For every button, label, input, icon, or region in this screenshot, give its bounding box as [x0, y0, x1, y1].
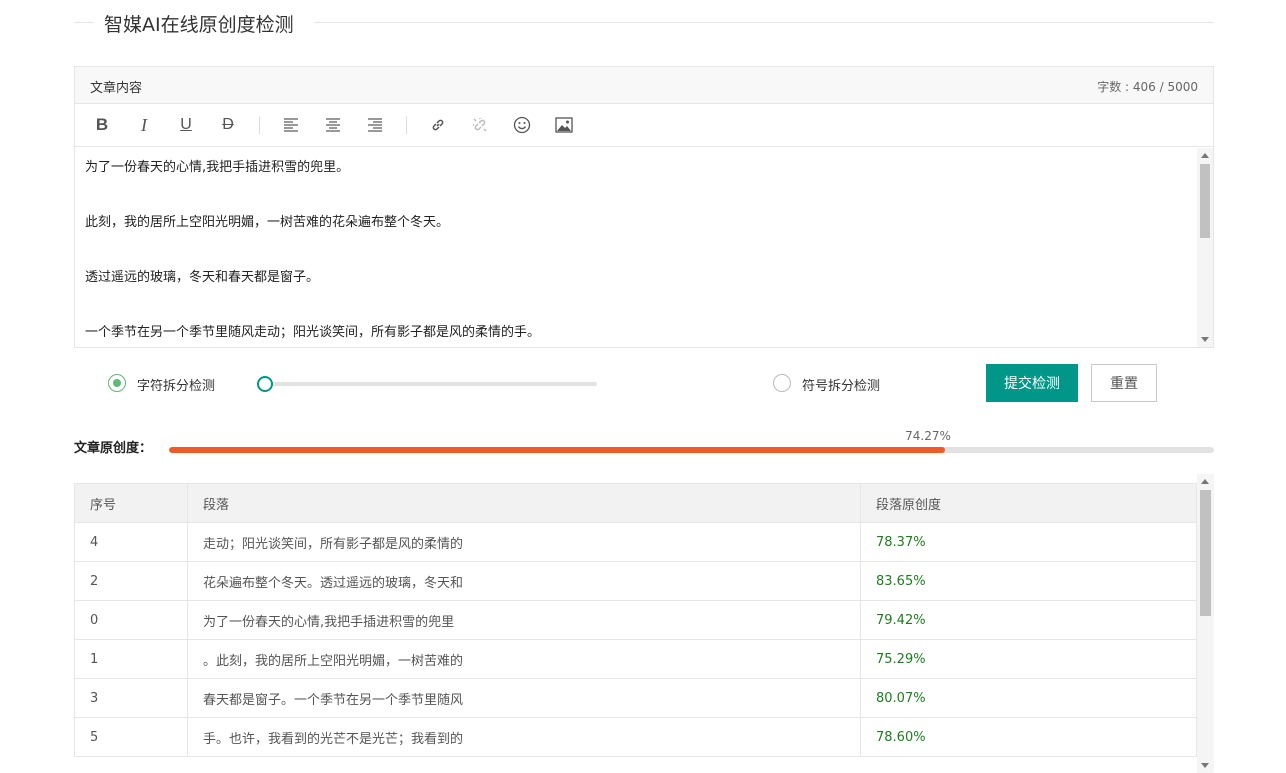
title-divider-left — [74, 22, 94, 23]
editor-paragraph: 透过遥远的玻璃，冬天和春天都是窗子。 — [85, 270, 320, 285]
toolbar-separator — [406, 116, 407, 134]
editor-toolbar: B I U D — [75, 104, 1213, 147]
column-header-index: 序号 — [74, 483, 188, 523]
cell-index: 0 — [74, 600, 188, 640]
unlink-icon[interactable] — [468, 114, 492, 136]
cell-originality: 78.37% — [860, 522, 1197, 562]
editor-content[interactable]: 为了一份春天的心情,我把手插进积雪的兜里。 此刻，我的居所上空阳光明媚，一树苦难… — [75, 148, 1197, 347]
table-row: 4 走动；阳光谈笑间，所有影子都是风的柔情的 78.37% — [74, 522, 1197, 562]
column-header-paragraph: 段落 — [187, 483, 861, 523]
table-row: 0 为了一份春天的心情,我把手插进积雪的兜里 79.42% — [74, 600, 1197, 640]
toolbar-separator — [259, 116, 260, 134]
image-icon[interactable] — [552, 114, 576, 136]
cell-paragraph: 为了一份春天的心情,我把手插进积雪的兜里 — [187, 600, 861, 640]
underline-button[interactable]: U — [174, 114, 198, 136]
bold-button[interactable]: B — [90, 114, 114, 136]
cell-paragraph: 春天都是窗子。一个季节在另一个季节里随风 — [187, 678, 861, 718]
paragraph-table-container: 序号 段落 段落原创度 4 走动；阳光谈笑间，所有影子都是风的柔情的 78.37… — [74, 474, 1214, 773]
cell-originality: 78.60% — [860, 717, 1197, 757]
title-divider-right — [314, 22, 1214, 23]
scroll-up-icon[interactable] — [1201, 479, 1209, 484]
table-row: 3 春天都是窗子。一个季节在另一个季节里随风 80.07% — [74, 678, 1197, 718]
split-slider-handle[interactable] — [257, 376, 273, 392]
cell-index: 4 — [74, 522, 188, 562]
scroll-down-icon[interactable] — [1201, 337, 1209, 342]
strikethrough-button[interactable]: D — [216, 114, 240, 136]
article-editor: 文章内容 字数 : 406 / 5000 B I U D 为了一份春天的心情,我… — [74, 66, 1214, 348]
cell-index: 3 — [74, 678, 188, 718]
editor-label: 文章内容 — [90, 81, 143, 96]
page-title: 智媒AI在线原创度检测 — [104, 14, 294, 36]
paragraph-table: 序号 段落 段落原创度 4 走动；阳光谈笑间，所有影子都是风的柔情的 78.37… — [74, 483, 1197, 757]
detection-options: 字符拆分检测 符号拆分检测 提交检测 重置 — [74, 360, 1214, 404]
symbol-split-label: 符号拆分检测 — [802, 379, 881, 394]
cell-index: 1 — [74, 639, 188, 679]
char-split-radio[interactable] — [108, 374, 126, 392]
table-header-row: 序号 段落 段落原创度 — [74, 483, 1197, 523]
align-right-icon[interactable] — [363, 114, 387, 136]
submit-button[interactable]: 提交检测 — [986, 364, 1078, 402]
editor-scrollbar[interactable] — [1197, 148, 1213, 347]
cell-originality: 83.65% — [860, 561, 1197, 601]
cell-originality: 79.42% — [860, 600, 1197, 640]
table-scrollbar[interactable] — [1197, 474, 1214, 773]
char-split-label: 字符拆分检测 — [137, 379, 216, 394]
align-left-icon[interactable] — [279, 114, 303, 136]
scrollbar-thumb[interactable] — [1200, 164, 1210, 238]
split-slider-track[interactable] — [264, 382, 597, 386]
align-center-icon[interactable] — [321, 114, 345, 136]
originality-label: 文章原创度： — [74, 441, 153, 456]
originality-progress-track — [169, 447, 1214, 453]
table-row: 1 。此刻，我的居所上空阳光明媚，一树苦难的 75.29% — [74, 639, 1197, 679]
editor-paragraph: 一个季节在另一个季节里随风走动；阳光谈笑间，所有影子都是风的柔情的手。 — [85, 325, 541, 340]
cell-index: 2 — [74, 561, 188, 601]
cell-originality: 75.29% — [860, 639, 1197, 679]
italic-button[interactable]: I — [132, 114, 156, 136]
emoji-icon[interactable] — [510, 114, 534, 136]
table-row: 2 花朵遍布整个冬天。透过遥远的玻璃，冬天和 83.65% — [74, 561, 1197, 601]
page-title-row: 智媒AI在线原创度检测 — [74, 0, 1214, 46]
originality-percent: 74.27% — [905, 429, 951, 443]
reset-button[interactable]: 重置 — [1091, 364, 1157, 402]
cell-originality: 80.07% — [860, 678, 1197, 718]
editor-paragraph: 此刻，我的居所上空阳光明媚，一树苦难的花朵遍布整个冬天。 — [85, 215, 450, 230]
editor-header: 文章内容 字数 : 406 / 5000 — [75, 67, 1213, 104]
symbol-split-radio[interactable] — [773, 374, 791, 392]
link-icon[interactable] — [426, 114, 450, 136]
cell-paragraph: 花朵遍布整个冬天。透过遥远的玻璃，冬天和 — [187, 561, 861, 601]
scroll-down-icon[interactable] — [1201, 763, 1209, 768]
word-count: 字数 : 406 / 5000 — [1097, 80, 1198, 94]
cell-paragraph: 走动；阳光谈笑间，所有影子都是风的柔情的 — [187, 522, 861, 562]
table-row: 5 手。也许，我看到的光芒不是光芒；我看到的 78.60% — [74, 717, 1197, 757]
cell-index: 5 — [74, 717, 188, 757]
cell-paragraph: 手。也许，我看到的光芒不是光芒；我看到的 — [187, 717, 861, 757]
cell-paragraph: 。此刻，我的居所上空阳光明媚，一树苦难的 — [187, 639, 861, 679]
originality-progress-fill — [169, 447, 946, 453]
scrollbar-thumb[interactable] — [1200, 490, 1211, 616]
scroll-up-icon[interactable] — [1201, 153, 1209, 158]
column-header-originality: 段落原创度 — [860, 483, 1197, 523]
editor-paragraph: 为了一份春天的心情,我把手插进积雪的兜里。 — [85, 160, 350, 175]
